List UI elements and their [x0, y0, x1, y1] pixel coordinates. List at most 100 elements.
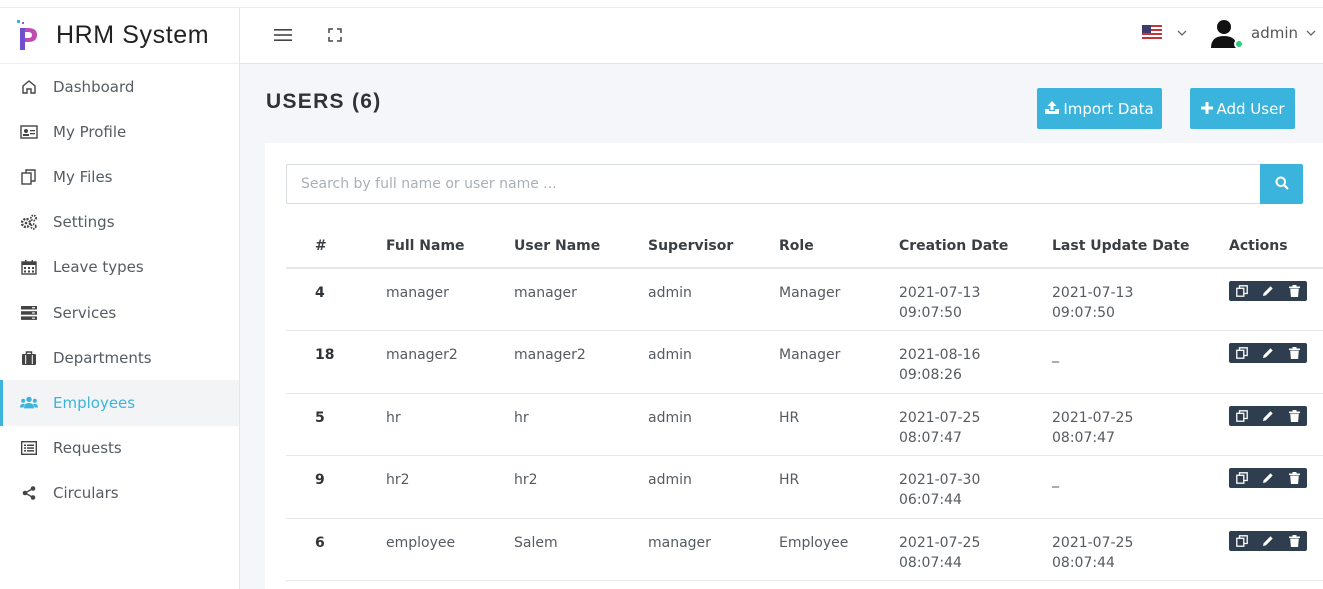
- sidebar-item-departments[interactable]: Departments: [0, 335, 239, 380]
- update-date: 2021-07-25: [1052, 409, 1134, 426]
- copy-icon[interactable]: [1232, 533, 1252, 549]
- cell-creation-date: 2021-07-30 06:07:44: [899, 455, 1052, 519]
- sidebar-item-label: My Profile: [53, 122, 127, 141]
- copy-icon[interactable]: [1232, 283, 1252, 299]
- sidebar-item-label: Requests: [53, 439, 122, 458]
- language-chevron-down-icon[interactable]: [1177, 28, 1187, 39]
- edit-icon[interactable]: [1258, 283, 1278, 299]
- sidebar-item-label: Settings: [53, 213, 115, 232]
- copy-icon[interactable]: [1232, 345, 1252, 361]
- sidebar-item-label: Employees: [53, 393, 136, 412]
- cell-last-update-date: _: [1052, 455, 1229, 519]
- creation-time: 09:08:26: [899, 367, 962, 383]
- users-icon: [20, 394, 38, 412]
- row-actions: [1229, 281, 1307, 301]
- column-header-id[interactable]: #: [286, 225, 386, 269]
- user-name[interactable]: admin: [1251, 24, 1298, 42]
- page-title: USERS (6): [266, 90, 382, 113]
- add-user-button[interactable]: Add User: [1190, 88, 1295, 129]
- column-header-user-name[interactable]: User Name: [514, 225, 648, 269]
- trash-icon[interactable]: [1284, 533, 1304, 549]
- hamburger-icon[interactable]: [270, 22, 296, 48]
- copy-icon[interactable]: [1232, 408, 1252, 424]
- briefcase-icon: [20, 349, 38, 367]
- add-user-label: Add User: [1216, 99, 1285, 118]
- column-header-full-name[interactable]: Full Name: [386, 225, 514, 269]
- sidebar-item-requests[interactable]: Requests: [0, 426, 239, 471]
- cell-last-update-date: 2021-07-25 08:07:47: [1052, 393, 1229, 456]
- cell-role: HR: [779, 455, 899, 519]
- update-time: 08:07:47: [1052, 429, 1115, 446]
- copy-icon[interactable]: [1232, 470, 1252, 486]
- column-header-supervisor[interactable]: Supervisor: [648, 225, 779, 269]
- browser-top-strip: [0, 0, 1323, 8]
- cell-supervisor: manager: [648, 518, 779, 581]
- cell-actions: [1229, 268, 1323, 331]
- cell-id: 18: [286, 330, 386, 394]
- cell-full-name: manager: [386, 268, 514, 331]
- sidebar-item-circulars[interactable]: Circulars: [0, 471, 239, 516]
- update-time: 09:07:50: [1052, 305, 1115, 321]
- column-header-role[interactable]: Role: [779, 225, 899, 269]
- sidebar-item-leave-types[interactable]: Leave types: [0, 245, 239, 290]
- users-table: # Full Name User Name Supervisor Role Cr…: [286, 225, 1323, 581]
- trash-icon[interactable]: [1284, 470, 1304, 486]
- creation-date: 2021-07-25: [899, 534, 981, 551]
- sidebar-item-dashboard[interactable]: Dashboard: [0, 64, 239, 109]
- cell-full-name: employee: [386, 518, 514, 581]
- edit-icon[interactable]: [1258, 408, 1278, 424]
- column-header-last-update-date[interactable]: Last Update Date: [1052, 225, 1229, 269]
- creation-date: 2021-07-25: [899, 409, 981, 426]
- sidebar-item-services[interactable]: Services: [0, 290, 239, 335]
- import-data-label: Import Data: [1063, 99, 1154, 118]
- expand-icon[interactable]: [322, 22, 348, 48]
- cell-full-name: manager2: [386, 330, 514, 394]
- trash-icon[interactable]: [1284, 408, 1304, 424]
- sidebar-item-settings[interactable]: Settings: [0, 200, 239, 245]
- cell-user-name: manager: [514, 268, 648, 331]
- edit-icon[interactable]: [1258, 533, 1278, 549]
- column-header-creation-date[interactable]: Creation Date: [899, 225, 1052, 269]
- cogs-icon: [20, 213, 38, 231]
- trash-icon[interactable]: [1284, 345, 1304, 361]
- table-header-row: # Full Name User Name Supervisor Role Cr…: [286, 225, 1323, 269]
- cell-actions: [1229, 455, 1323, 519]
- search-input[interactable]: [286, 164, 1261, 204]
- creation-date: 2021-07-30: [899, 472, 981, 488]
- sidebar-item-label: Leave types: [53, 258, 144, 277]
- cell-role: Employee: [779, 518, 899, 581]
- row-actions: [1229, 468, 1307, 488]
- user-chevron-down-icon[interactable]: [1306, 28, 1316, 39]
- us-flag-icon[interactable]: [1142, 25, 1162, 39]
- cell-id: 6: [286, 518, 386, 581]
- table-row: 4 manager manager admin Manager 2021-07-…: [286, 268, 1323, 331]
- search-button[interactable]: [1260, 164, 1303, 204]
- row-actions: [1229, 405, 1307, 426]
- cell-role: Manager: [779, 268, 899, 331]
- edit-icon[interactable]: [1258, 345, 1278, 361]
- list-icon: [20, 439, 38, 457]
- cell-full-name: hr: [386, 393, 514, 456]
- brand[interactable]: HRM System: [0, 8, 239, 64]
- search-icon: [1275, 175, 1289, 194]
- cell-last-update-date: 2021-07-25 08:07:44: [1052, 518, 1229, 581]
- sidebar-item-label: Circulars: [53, 484, 119, 503]
- users-card: # Full Name User Name Supervisor Role Cr…: [265, 143, 1323, 589]
- top-header: admin: [240, 8, 1323, 64]
- import-data-button[interactable]: Import Data: [1037, 88, 1162, 129]
- update-date: 2021-07-13: [1052, 285, 1134, 301]
- table-row: 5 hr hr admin HR 2021-07-25 08:07:47 2021…: [286, 393, 1323, 456]
- edit-icon[interactable]: [1258, 470, 1278, 486]
- creation-time: 09:07:50: [899, 305, 962, 321]
- cell-creation-date: 2021-07-25 08:07:44: [899, 518, 1052, 581]
- online-status-dot: [1234, 39, 1244, 49]
- cell-supervisor: admin: [648, 330, 779, 394]
- sidebar-item-label: Departments: [53, 348, 152, 367]
- creation-date: 2021-08-16: [899, 347, 981, 363]
- trash-icon[interactable]: [1284, 283, 1304, 299]
- sidebar-item-my-files[interactable]: My Files: [0, 154, 239, 199]
- sidebar-item-employees[interactable]: Employees: [0, 380, 239, 426]
- column-header-actions: Actions: [1229, 225, 1323, 269]
- table-row: 6 employee Salem manager Employee 2021-0…: [286, 518, 1323, 581]
- sidebar-item-my-profile[interactable]: My Profile: [0, 109, 239, 154]
